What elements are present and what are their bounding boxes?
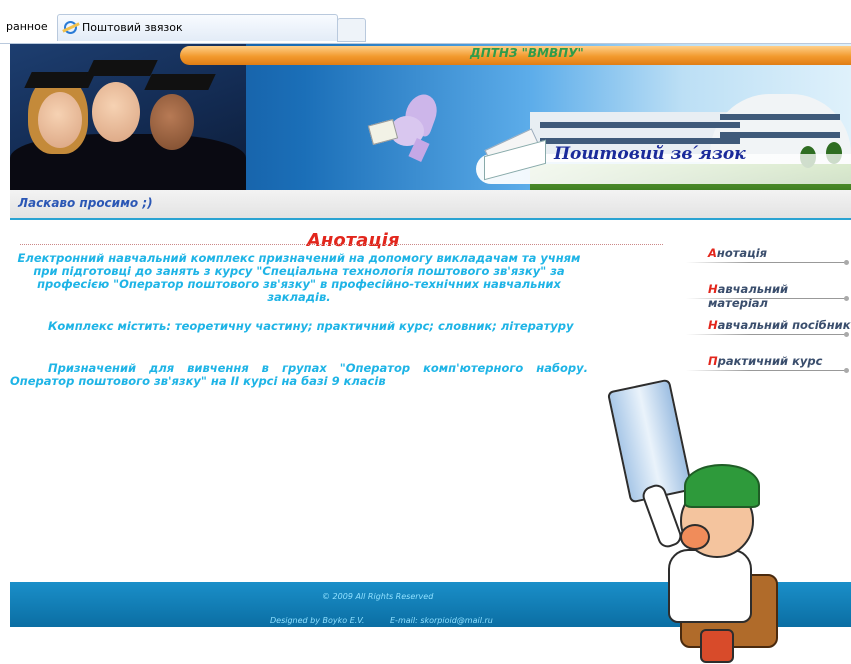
- cap-icon: [684, 464, 760, 508]
- web-page: ДПТНЗ "ВМВПУ" Поштовий зв ́язок Ласкаво …: [10, 44, 851, 663]
- menu-item-initial: Н: [708, 318, 718, 332]
- welcome-strip: Ласкаво просимо ;): [10, 190, 851, 220]
- welcome-text: Ласкаво просимо ;): [18, 196, 153, 210]
- menu-item-label: рактичний курс: [717, 354, 823, 368]
- dove-with-envelope-icon: [362, 90, 442, 163]
- menu-item-annotation[interactable]: Анотація: [686, 244, 851, 266]
- favorites-label[interactable]: ранное: [6, 20, 48, 33]
- menu-underline: [686, 298, 846, 299]
- menu-item-textbook[interactable]: Навчальний посібник: [686, 316, 851, 338]
- designer-credit: Designed by Boyko E.V.: [270, 616, 365, 625]
- bullet-icon: [844, 260, 849, 265]
- banner-title: Поштовий зв ́язок: [554, 144, 746, 164]
- menu-underline: [686, 334, 846, 335]
- dotted-divider: [20, 244, 663, 245]
- paragraph-intro: Електронний навчальний комплекс призначе…: [17, 251, 581, 304]
- site-name: ДПТНЗ "ВМВПУ": [470, 46, 584, 60]
- menu-item-label: авчальний матеріал: [708, 282, 789, 310]
- side-menu: Анотація Навчальний матеріал Навчальний …: [686, 244, 851, 388]
- menu-underline: [686, 370, 846, 371]
- copyright-text: © 2009 All Rights Reserved: [322, 592, 434, 601]
- students-photo: [10, 44, 246, 190]
- menu-item-practical-course[interactable]: Практичний курс: [686, 352, 851, 374]
- bullet-icon: [844, 368, 849, 373]
- student-face: [38, 92, 82, 148]
- graduation-cap-icon: [24, 72, 96, 88]
- browser-tab-strip: ранное Поштовий звязок: [0, 0, 851, 44]
- page-heading: Анотація: [307, 230, 400, 251]
- student-face: [92, 82, 140, 142]
- paragraph-contents: Комплекс містить: теоретичну частину; пр…: [48, 319, 574, 333]
- menu-underline: [686, 262, 846, 263]
- newspaper-icon: [606, 378, 694, 504]
- menu-item-label: авчальний посібник: [717, 318, 851, 332]
- paragraph-purpose: Призначений для вивчення в групах "Опера…: [10, 361, 588, 388]
- site-header: ДПТНЗ "ВМВПУ" Поштовий зв ́язок: [10, 44, 851, 190]
- menu-item-initial: Н: [708, 282, 718, 296]
- browser-tab[interactable]: Поштовий звязок: [57, 14, 338, 41]
- mailman-mascot-image: [606, 374, 780, 664]
- bullet-icon: [844, 296, 849, 301]
- graduation-cap-icon: [86, 60, 158, 76]
- student-face: [150, 94, 194, 150]
- menu-item-initial: А: [708, 246, 717, 260]
- bullet-icon: [844, 332, 849, 337]
- menu-item-initial: П: [708, 354, 718, 368]
- menu-item-learning-material[interactable]: Навчальний матеріал: [686, 280, 851, 310]
- menu-item-label: нотація: [716, 246, 768, 260]
- email-link[interactable]: E-mail: skorpioid@mail.ru: [390, 616, 493, 625]
- tab-title: Поштовий звязок: [82, 21, 183, 34]
- graduation-cap-icon: [144, 74, 216, 90]
- new-tab-button[interactable]: [337, 18, 366, 42]
- ie-icon: [64, 21, 77, 34]
- open-book-icon: [484, 128, 548, 181]
